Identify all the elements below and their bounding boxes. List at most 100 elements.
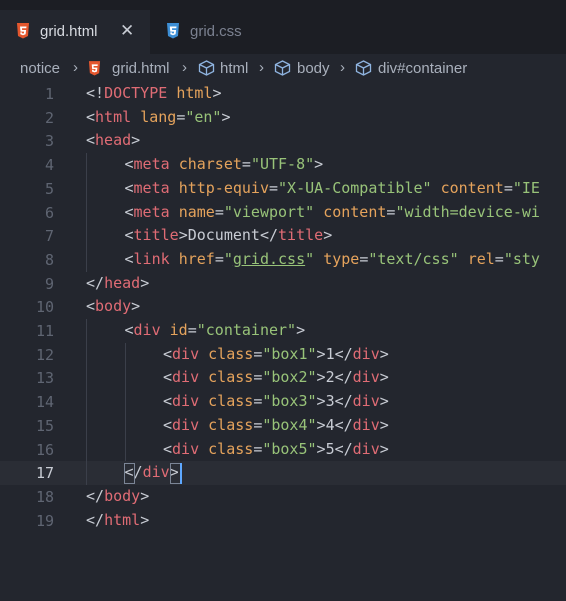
- tab-grid-html[interactable]: grid.html ✕: [0, 10, 150, 54]
- line-number: 11: [35, 322, 54, 340]
- code-token: <: [163, 392, 173, 411]
- code-token: <: [124, 155, 134, 174]
- code-token: class: [208, 368, 254, 387]
- code-token: "width=device-wi: [395, 202, 540, 221]
- code-token: >: [316, 368, 326, 387]
- indent-guide: [124, 390, 126, 415]
- code-text: <!DOCTYPE html>: [86, 84, 221, 102]
- code-token: <: [86, 107, 96, 126]
- code-token: html: [104, 510, 141, 529]
- code-token: 3: [325, 392, 335, 411]
- code-line[interactable]: 10 <body>: [0, 295, 566, 319]
- code-token: class: [208, 415, 254, 434]
- code-token: =: [241, 155, 251, 174]
- breadcrumb-item-container[interactable]: div#container: [378, 60, 467, 77]
- code-line[interactable]: 17 </div>: [0, 461, 566, 486]
- code-line[interactable]: 11 <div id="container">: [0, 319, 566, 343]
- code-token: type: [323, 249, 360, 268]
- code-token: "UTF-8": [250, 155, 315, 174]
- code-line[interactable]: 3 <head>: [0, 129, 566, 153]
- line-number: 18: [35, 487, 54, 506]
- line-number: 5: [44, 179, 54, 198]
- code-token: title: [133, 226, 179, 245]
- code-line[interactable]: 9 </head>: [0, 272, 566, 296]
- code-token: "text/css": [368, 249, 459, 268]
- code-token: name: [178, 202, 215, 221]
- code-token: meta: [133, 178, 170, 197]
- code-token: </: [259, 226, 279, 245]
- code-token: meta: [133, 202, 170, 221]
- code-token: class: [208, 439, 254, 458]
- breadcrumb-item-file[interactable]: grid.html: [112, 60, 170, 77]
- code-line[interactable]: 1 <!DOCTYPE html>: [0, 82, 566, 106]
- code-line[interactable]: 2 <html lang="en">: [0, 106, 566, 130]
- code-token: <: [163, 439, 173, 458]
- code-token: div: [352, 344, 380, 363]
- code-token: <: [86, 297, 96, 316]
- breadcrumb-item-body[interactable]: body: [297, 60, 330, 77]
- code-token: id: [169, 321, 188, 339]
- indent-guide: [86, 200, 87, 225]
- code-token: class: [208, 344, 254, 363]
- code-editor[interactable]: 1 <!DOCTYPE html> 2 <html lang="en"> 3 <head>…: [0, 82, 566, 601]
- code-line[interactable]: 5 <meta http-equiv="X-UA-Compatible" cont…: [0, 176, 566, 201]
- code-token: "box4": [262, 415, 317, 434]
- code-text: <div class="box3">3</div>: [163, 392, 389, 410]
- close-icon[interactable]: ✕: [120, 21, 134, 41]
- breadcrumb-item-html[interactable]: html: [220, 60, 248, 77]
- code-line[interactable]: 18 </body>: [0, 485, 566, 509]
- code-line[interactable]: 6 <meta name="viewport" content="width=de…: [0, 200, 566, 225]
- code-token: >: [379, 392, 389, 411]
- code-text: <body>: [86, 297, 140, 315]
- line-number: 9: [44, 274, 54, 293]
- line-number: 2: [44, 108, 54, 127]
- line-number: 1: [44, 85, 54, 103]
- code-token: >: [131, 131, 141, 150]
- code-token: 1: [325, 344, 335, 363]
- code-token: >: [178, 226, 188, 245]
- code-token: =: [253, 368, 263, 387]
- code-token: =: [187, 321, 197, 339]
- css3-icon: [166, 23, 180, 43]
- code-token: href: [178, 249, 215, 268]
- code-line[interactable]: 12 <div class="box1">1</div>: [0, 342, 566, 367]
- code-text: </head>: [86, 274, 149, 292]
- indent-guide: [124, 342, 126, 367]
- chevron-right-icon: ›: [340, 59, 345, 76]
- tab-grid-css[interactable]: grid.css: [150, 10, 310, 54]
- code-line[interactable]: 4 <meta charset="UTF-8">: [0, 153, 566, 178]
- code-token: "en": [185, 107, 222, 126]
- cube-icon: [355, 60, 372, 80]
- indent-guide: [124, 413, 126, 438]
- code-token: "box1": [262, 344, 317, 363]
- indent-guide: [86, 319, 87, 343]
- html5-icon: [88, 61, 101, 80]
- code-token: div: [352, 368, 380, 387]
- code-token: >: [140, 273, 150, 292]
- code-line[interactable]: 16 <div class="box5">5</div>: [0, 437, 566, 462]
- code-token: <: [124, 226, 134, 245]
- breadcrumb-item-notice[interactable]: notice: [20, 60, 60, 77]
- indent-guide: [86, 176, 87, 201]
- line-number: 19: [35, 511, 54, 530]
- code-line[interactable]: 8 <link href="grid.css" type="text/css" r…: [0, 247, 566, 272]
- code-token: <: [163, 415, 173, 434]
- code-token: lang: [140, 107, 177, 126]
- code-line[interactable]: 15 <div class="box4">4</div>: [0, 413, 566, 438]
- code-line[interactable]: 14 <div class="box3">3</div>: [0, 390, 566, 415]
- code-line[interactable]: 19 </html>: [0, 509, 566, 533]
- code-token: head: [104, 273, 141, 292]
- code-token: </: [334, 415, 353, 434]
- code-token: html: [95, 107, 132, 126]
- code-line[interactable]: 13 <div class="box2">2</div>: [0, 366, 566, 391]
- indent-guide: [86, 366, 87, 391]
- code-line[interactable]: 7 <title>Document</title>: [0, 224, 566, 249]
